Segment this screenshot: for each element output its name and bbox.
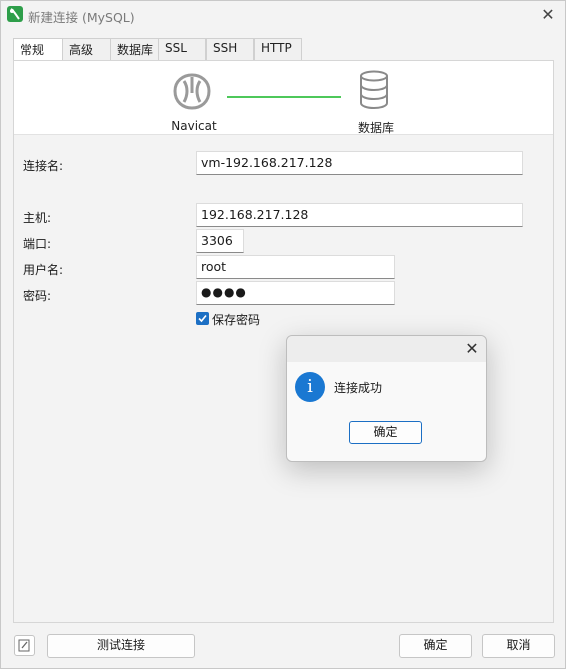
window-title: 新建连接 (MySQL) (28, 10, 135, 25)
title-bar: 新建连接 (MySQL) ✕ (1, 1, 565, 29)
navicat-logo-icon (170, 69, 214, 113)
save-password-checkbox[interactable] (196, 312, 209, 325)
tab-databases[interactable]: 数据库 (110, 38, 160, 60)
tab-ssl[interactable]: SSL (158, 38, 206, 60)
tab-ssh[interactable]: SSH (206, 38, 254, 60)
connection-line (227, 96, 341, 98)
connection-banner: Navicat 数据库 (14, 61, 553, 135)
password-input[interactable]: ●●●● (196, 281, 395, 305)
connection-name-label: 连接名: (23, 159, 64, 173)
database-label: 数据库 (357, 121, 394, 135)
edit-icon[interactable] (14, 635, 35, 656)
info-icon: i (295, 372, 325, 402)
tab-advanced[interactable]: 高级 (62, 38, 112, 60)
tab-http[interactable]: HTTP (254, 38, 302, 60)
save-password-label[interactable]: 保存密码 (212, 311, 260, 328)
dialog-close-icon[interactable]: ✕ (462, 339, 482, 359)
connection-name-input[interactable]: vm-192.168.217.128 (196, 151, 523, 175)
username-input[interactable]: root (196, 255, 395, 279)
dialog-ok-button[interactable]: 确定 (349, 421, 422, 444)
database-icon (358, 70, 390, 110)
test-connection-button[interactable]: 测试连接 (47, 634, 195, 658)
port-input[interactable]: 3306 (196, 229, 244, 253)
port-label: 端口: (23, 237, 52, 251)
dialog-title-bar: ✕ (287, 336, 486, 362)
host-input[interactable]: 192.168.217.128 (196, 203, 523, 227)
dialog-message: 连接成功 (334, 381, 383, 395)
new-connection-window: 新建连接 (MySQL) ✕ 常规 高级 数据库 SSL SSH HTTP Na… (0, 0, 566, 669)
username-label: 用户名: (23, 263, 64, 277)
connection-success-dialog: ✕ i 连接成功 确定 (286, 335, 487, 462)
dialog-body: i 连接成功 确定 (287, 362, 486, 461)
navicat-label: Navicat (171, 119, 217, 133)
window-close-icon[interactable]: ✕ (537, 5, 559, 25)
password-label: 密码: (23, 289, 52, 303)
host-label: 主机: (23, 211, 52, 225)
ok-button[interactable]: 确定 (399, 634, 472, 658)
tab-general[interactable]: 常规 (13, 38, 66, 61)
cancel-button[interactable]: 取消 (482, 634, 555, 658)
navicat-app-icon (7, 6, 23, 22)
